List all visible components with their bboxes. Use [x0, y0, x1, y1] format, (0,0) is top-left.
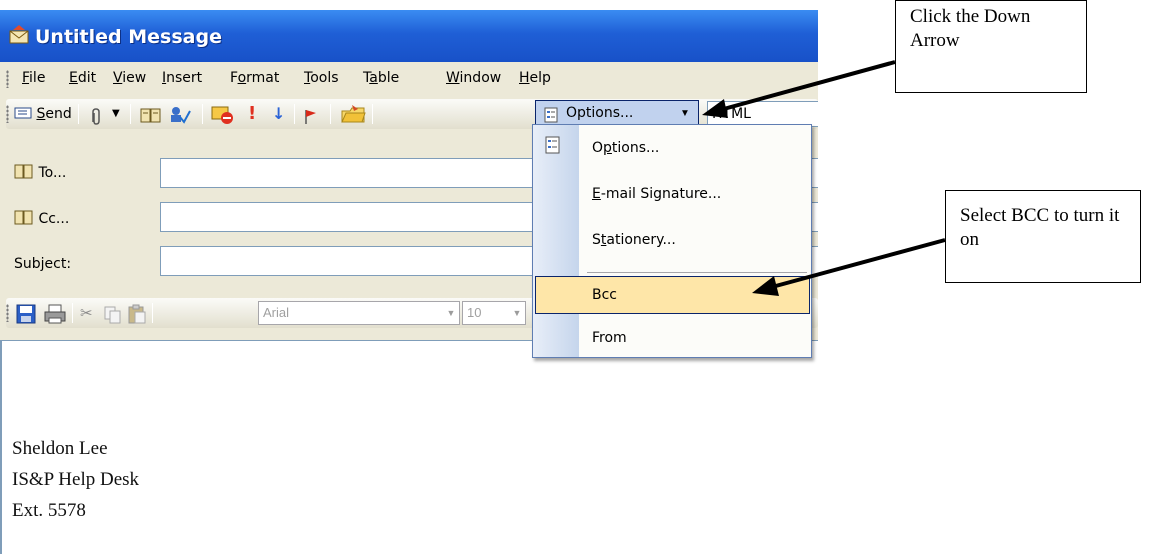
menu-item-stationery-label: Stationery...	[592, 232, 676, 248]
toolbar-separator	[78, 104, 79, 124]
print-icon[interactable]	[44, 303, 66, 325]
signature-name: Sheldon Lee	[12, 438, 108, 459]
high-importance-icon[interactable]: !	[248, 103, 256, 125]
menu-icon-strip	[533, 125, 579, 357]
check-names-icon[interactable]	[168, 104, 192, 126]
address-book-icon	[14, 210, 33, 225]
subject-label: Subject:	[14, 256, 72, 272]
font-value: Arial	[263, 305, 290, 320]
title-bar: Untitled Message	[0, 10, 818, 62]
toolbar-separator	[152, 303, 153, 323]
cc-label: Cc...	[38, 211, 70, 227]
message-body[interactable]: Sheldon Lee IS&P Help Desk Ext. 5578	[0, 340, 818, 554]
options-icon	[545, 136, 560, 154]
menu-item-email-signature[interactable]: E-mail Signature...	[579, 175, 811, 215]
options-icon	[544, 107, 558, 123]
toolbar-separator	[130, 104, 131, 124]
menu-edit[interactable]: Edit	[69, 70, 96, 86]
menu-insert[interactable]: Insert	[162, 70, 202, 86]
copy-icon[interactable]	[104, 304, 122, 326]
menu-tools[interactable]: Tools	[304, 70, 339, 86]
size-value: 10	[467, 305, 482, 320]
to-label: To...	[38, 165, 67, 181]
toolbar-separator	[330, 104, 331, 124]
paperclip-icon[interactable]	[90, 106, 102, 128]
options-button-label: Options...	[566, 105, 634, 121]
signature-extension: Ext. 5578	[12, 500, 86, 521]
options-dropdown-arrow[interactable]: ▼	[680, 108, 690, 119]
menu-help[interactable]: Help	[519, 70, 551, 86]
size-combo[interactable]: 10 ▼	[462, 301, 526, 325]
cc-button[interactable]: Cc...	[14, 210, 69, 227]
send-label: Send	[36, 106, 72, 122]
menu-table[interactable]: Table	[363, 70, 399, 86]
save-icon[interactable]	[16, 303, 36, 325]
menu-window[interactable]: Window	[446, 70, 501, 86]
cut-icon[interactable]: ✂	[80, 302, 93, 324]
folder-icon[interactable]	[340, 103, 366, 125]
size-dropdown-arrow[interactable]: ▼	[509, 302, 525, 324]
attach-dropdown-arrow[interactable]: ▼	[112, 103, 120, 125]
toolbar-grip[interactable]	[6, 304, 9, 322]
low-importance-icon[interactable]: ↓	[272, 103, 285, 125]
menu-bar: File Edit View Insert Format Tools Table…	[0, 62, 818, 94]
envelope-icon	[9, 25, 29, 44]
send-icon	[14, 107, 32, 119]
message-window: Untitled Message File Edit View Insert F…	[0, 0, 818, 554]
menubar-grip[interactable]	[6, 70, 9, 88]
toolbar-separator	[294, 104, 295, 124]
menu-item-email-signature-label: E-mail Signature...	[592, 186, 722, 202]
window-title: Untitled Message	[35, 26, 222, 48]
address-book-icon[interactable]	[140, 105, 162, 127]
callout-click-down-arrow: Click the Down Arrow	[895, 0, 1087, 93]
callout-right-text: Select BCC to turn it on	[960, 205, 1120, 250]
menu-item-bcc-label: Bcc	[592, 287, 617, 303]
menu-format[interactable]: Format	[230, 70, 279, 86]
to-button[interactable]: To...	[14, 164, 66, 181]
flag-icon[interactable]	[304, 106, 318, 128]
menu-item-from-label: From	[592, 330, 627, 346]
toolbar-grip[interactable]	[6, 105, 9, 123]
paste-icon[interactable]	[128, 303, 146, 325]
callout-top-text: Click the Down Arrow	[910, 6, 1031, 51]
toolbar-separator	[202, 104, 203, 124]
send-button[interactable]: Send	[14, 103, 72, 125]
menu-file[interactable]: File	[22, 70, 45, 86]
menu-view[interactable]: View	[113, 70, 146, 86]
font-dropdown-arrow[interactable]: ▼	[443, 302, 459, 324]
format-value: HTML	[712, 106, 751, 122]
signature-department: IS&P Help Desk	[12, 469, 140, 490]
menu-separator	[587, 272, 807, 273]
address-book-icon	[14, 164, 33, 179]
menu-item-stationery[interactable]: Stationery...	[579, 221, 811, 261]
font-combo[interactable]: Arial ▼	[258, 301, 460, 325]
menu-item-from[interactable]: From	[579, 319, 811, 359]
permission-icon[interactable]	[210, 103, 234, 125]
menu-item-bcc[interactable]: Bcc	[535, 276, 810, 314]
toolbar-separator	[372, 104, 373, 124]
callout-select-bcc: Select BCC to turn it on	[945, 190, 1141, 283]
toolbar-separator	[72, 303, 73, 323]
options-menu: Options... E-mail Signature... Stationer…	[532, 124, 812, 358]
menu-item-options-label: Options...	[592, 140, 660, 156]
menu-item-options[interactable]: Options...	[579, 129, 811, 169]
